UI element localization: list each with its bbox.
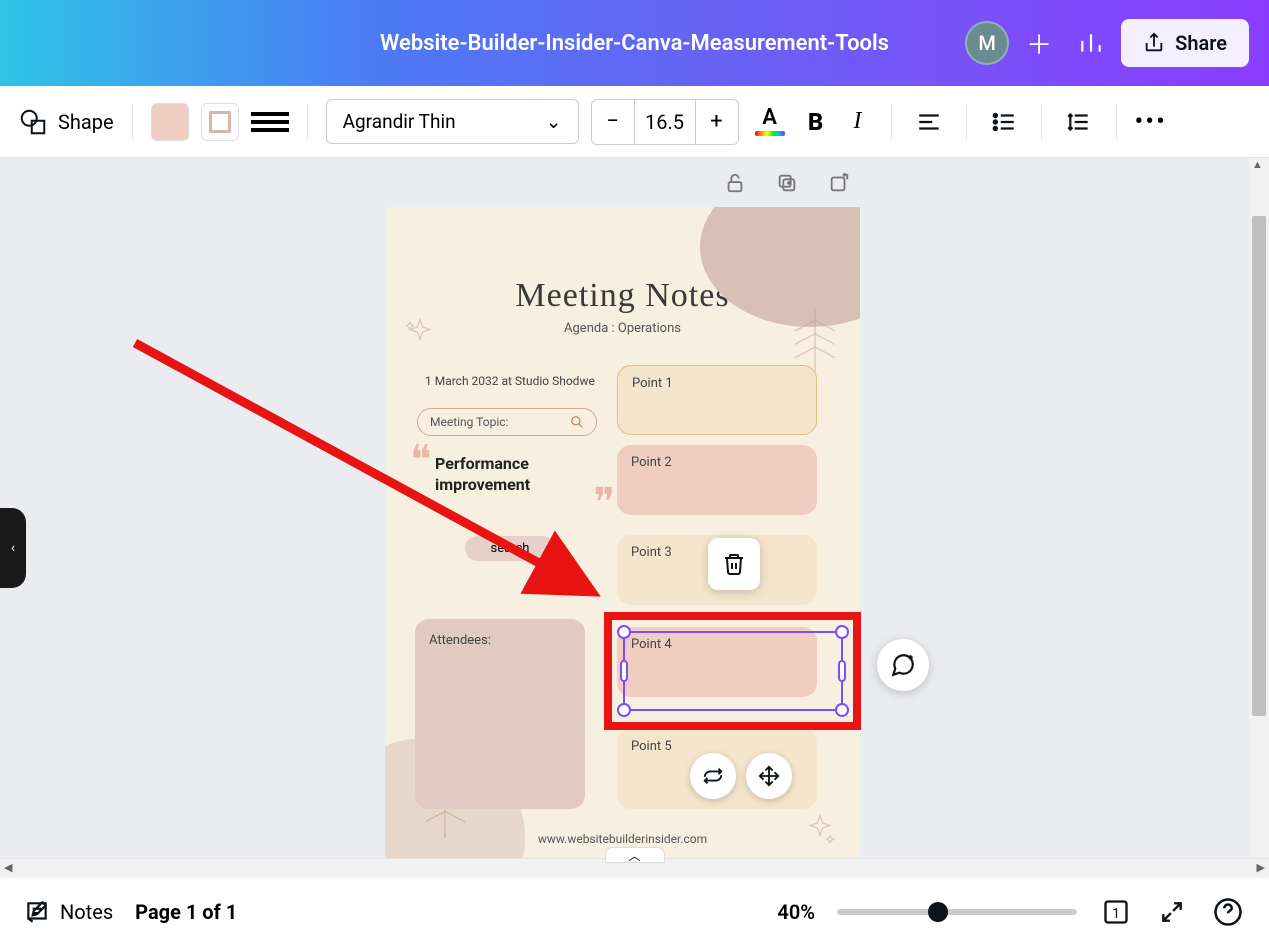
vertical-scrollbar[interactable]: ▲ xyxy=(1249,158,1269,858)
chevron-up-icon: ︿ xyxy=(628,847,640,864)
font-name: Agrandir Thin xyxy=(343,110,456,133)
font-size-control: − 16.5 + xyxy=(591,99,739,145)
quote-block[interactable]: ❝ Performance improvement ❞ xyxy=(425,454,605,496)
sync-icon xyxy=(702,765,724,787)
meeting-topic-label: Meeting Topic: xyxy=(430,415,508,429)
scroll-up-arrow[interactable]: ▲ xyxy=(1252,158,1263,171)
resize-handle-se[interactable] xyxy=(835,703,849,717)
page-quick-actions xyxy=(720,168,854,198)
duplicate-page-icon[interactable] xyxy=(772,168,802,198)
svg-text:1: 1 xyxy=(1112,906,1120,922)
zoom-slider-knob[interactable] xyxy=(928,902,948,922)
font-size-value[interactable]: 16.5 xyxy=(634,100,696,144)
page-indicator[interactable]: Page 1 of 1 xyxy=(135,900,237,924)
grid-view-button[interactable]: 1 xyxy=(1099,895,1133,929)
text-color-letter: A xyxy=(762,107,777,129)
chevron-down-icon: ⌄ xyxy=(546,110,562,133)
color-spectrum-icon xyxy=(755,131,785,136)
add-page-icon[interactable] xyxy=(824,168,854,198)
resize-handle-e[interactable] xyxy=(838,660,846,682)
resize-handle-ne[interactable] xyxy=(835,625,849,639)
analytics-icon[interactable] xyxy=(1069,21,1113,65)
side-panel-toggle[interactable]: ‹ xyxy=(0,508,26,588)
move-icon xyxy=(758,765,780,787)
help-button[interactable] xyxy=(1211,895,1245,929)
share-label: Share xyxy=(1175,31,1227,55)
resize-handle-sw[interactable] xyxy=(617,703,631,717)
avatar[interactable]: M xyxy=(965,21,1009,65)
quote-close-icon: ❞ xyxy=(593,479,615,526)
resize-handle-w[interactable] xyxy=(620,660,628,682)
attendees-box[interactable]: Attendees: xyxy=(415,619,585,809)
attendees-label: Attendees: xyxy=(429,633,491,648)
comment-plus-icon xyxy=(890,652,916,678)
quote-line-1: Performance xyxy=(435,454,529,473)
canvas-area[interactable]: Meeting Notes Agenda : Operations 1 Marc… xyxy=(0,158,1269,858)
move-button[interactable] xyxy=(746,753,792,799)
chevron-left-icon: ‹ xyxy=(11,540,15,556)
more-options-button[interactable]: ••• xyxy=(1135,107,1167,137)
font-size-decrease[interactable]: − xyxy=(592,109,634,134)
text-color-button[interactable]: A xyxy=(751,102,789,142)
scroll-left-arrow[interactable]: ◀ xyxy=(4,861,12,874)
notes-icon xyxy=(24,899,50,925)
bold-button[interactable]: B xyxy=(801,108,831,136)
zoom-level[interactable]: 40% xyxy=(777,900,815,924)
search-icon xyxy=(570,415,584,429)
help-icon xyxy=(1213,897,1243,927)
scrollbar-thumb[interactable] xyxy=(1252,216,1266,716)
spacing-button[interactable] xyxy=(1060,103,1098,141)
border-style-button[interactable] xyxy=(251,103,289,141)
meeting-topic-pill[interactable]: Meeting Topic: xyxy=(417,408,597,436)
quote-open-icon: ❝ xyxy=(410,436,432,483)
delete-element-button[interactable] xyxy=(708,538,760,590)
app-header: Website-Builder-Insider-Canva-Measuremen… xyxy=(0,0,1269,86)
quote-line-2: improvement xyxy=(435,475,530,494)
fullscreen-button[interactable] xyxy=(1155,895,1189,929)
sparkle-icon xyxy=(405,317,435,347)
editor-toolbar: Shape Agrandir Thin ⌄ − 16.5 + A B I ••• xyxy=(0,86,1269,158)
text-align-button[interactable] xyxy=(910,103,948,141)
horizontal-scrollbar[interactable]: ︿ ◀ ▶ xyxy=(0,858,1269,878)
lock-icon[interactable] xyxy=(720,168,750,198)
notes-button[interactable]: Notes xyxy=(24,899,113,925)
notes-label: Notes xyxy=(60,900,113,924)
add-collaborator-button[interactable]: ＋ xyxy=(1017,21,1061,65)
element-actions-fab xyxy=(690,753,792,799)
font-size-increase[interactable]: + xyxy=(696,109,738,134)
trash-icon xyxy=(722,552,746,576)
document-title[interactable]: Website-Builder-Insider-Canva-Measuremen… xyxy=(380,31,889,56)
comment-fab[interactable] xyxy=(877,639,929,691)
footer-url[interactable]: www.websitebuilderinsider.com xyxy=(385,832,860,846)
scroll-right-arrow[interactable]: ▶ xyxy=(1257,861,1265,874)
bottom-bar: Notes Page 1 of 1 40% 1 xyxy=(0,878,1269,946)
fill-color-swatch[interactable] xyxy=(151,103,189,141)
share-button[interactable]: Share xyxy=(1121,19,1249,67)
shape-label: Shape xyxy=(58,110,114,134)
italic-button[interactable]: I xyxy=(843,108,873,135)
point-2-box[interactable]: Point 2 xyxy=(617,445,817,515)
point-1-box[interactable]: Point 1 xyxy=(617,365,817,435)
stroke-color-swatch[interactable] xyxy=(201,103,239,141)
zoom-slider[interactable] xyxy=(837,909,1077,915)
expand-pages-toggle[interactable]: ︿ xyxy=(605,847,665,863)
resize-handle-nw[interactable] xyxy=(617,625,631,639)
selection-outline[interactable] xyxy=(623,631,843,711)
shape-tool[interactable]: Shape xyxy=(18,107,114,137)
sync-button[interactable] xyxy=(690,753,736,799)
list-button[interactable] xyxy=(985,103,1023,141)
search-pill[interactable]: search xyxy=(465,536,555,561)
fullscreen-icon xyxy=(1159,899,1185,925)
font-family-select[interactable]: Agrandir Thin ⌄ xyxy=(326,99,579,144)
